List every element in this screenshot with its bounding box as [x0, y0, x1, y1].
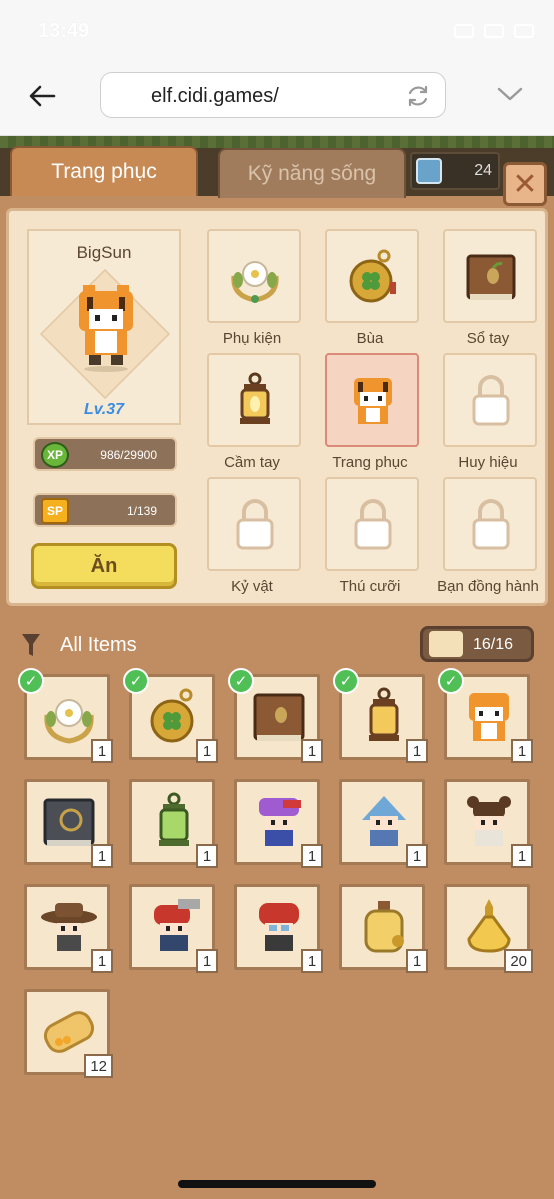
wreath-icon: [231, 261, 279, 303]
slot-trang-phuc[interactable]: [325, 353, 419, 447]
status-time: 13:49: [38, 20, 90, 42]
equipped-check-icon: ✓: [228, 668, 254, 694]
sp-value: 1/139: [126, 504, 157, 518]
resource-value: 24: [474, 162, 492, 179]
inventory-item[interactable]: 1: [339, 884, 428, 973]
equipped-check-icon: ✓: [18, 668, 44, 694]
slot-label: Cầm tay: [224, 454, 280, 471]
slot-label: Huy hiệu: [458, 454, 518, 471]
inventory-item[interactable]: 1: [339, 779, 428, 868]
slot-cam-tay[interactable]: [207, 353, 301, 447]
slot-ky-vat[interactable]: [207, 477, 301, 571]
character-avatar: [79, 285, 133, 372]
eat-button[interactable]: Ăn: [31, 543, 177, 589]
equipped-check-icon: ✓: [438, 668, 464, 694]
equipped-check-icon: ✓: [333, 668, 359, 694]
item-quantity: 1: [406, 949, 428, 973]
close-icon: ✕: [512, 167, 538, 201]
resource-counter: 24: [410, 152, 500, 190]
slot-label: Bạn đồng hành: [437, 578, 539, 595]
inventory-item[interactable]: 1: [129, 779, 218, 868]
back-arrow-icon[interactable]: [26, 80, 58, 112]
item-quantity: 1: [406, 844, 428, 868]
item-quantity: 20: [504, 949, 533, 973]
item-quantity: 1: [511, 739, 533, 763]
slot-label: Kỷ vật: [231, 578, 273, 595]
inventory-item[interactable]: 20: [444, 884, 533, 973]
storage-box-icon: [429, 631, 463, 657]
inventory-count: 16/16: [473, 636, 514, 653]
lock-icon: [354, 499, 392, 550]
item-quantity: 1: [91, 844, 113, 868]
inventory-item[interactable]: 1: [444, 779, 533, 868]
inventory-item[interactable]: 1: [24, 884, 113, 973]
reload-icon[interactable]: [405, 83, 431, 109]
wifi-icon: [484, 24, 504, 38]
character-level: Lv.37: [83, 401, 125, 418]
character-card: BigSun Lv.37: [27, 229, 181, 425]
item-quantity: 1: [301, 949, 323, 973]
signal-icon: [454, 24, 474, 38]
inventory-item[interactable]: 1: [129, 884, 218, 973]
slot-phu-kien[interactable]: [207, 229, 301, 323]
status-icons: [454, 24, 534, 38]
address-bar[interactable]: elf.cidi.games/: [100, 72, 446, 118]
lock-icon: [472, 499, 510, 550]
slot-label: Trang phục: [332, 454, 408, 471]
item-quantity: 1: [196, 739, 218, 763]
item-quantity: 1: [406, 739, 428, 763]
item-quantity: 1: [196, 844, 218, 868]
slot-label: Phụ kiện: [222, 330, 282, 347]
lock-icon: [236, 499, 274, 550]
slot-huy-hieu[interactable]: [443, 353, 537, 447]
item-quantity: 1: [91, 949, 113, 973]
item-quantity: 1: [196, 949, 218, 973]
xp-bar: XP 986/29900: [33, 437, 177, 471]
inventory-title: All Items: [60, 634, 137, 656]
item-quantity: 1: [511, 844, 533, 868]
home-indicator: [178, 1180, 376, 1188]
tab-ky-nang-song[interactable]: Kỹ năng sống: [218, 148, 406, 198]
slot-bua[interactable]: [325, 229, 419, 323]
inventory-item[interactable]: 12: [24, 989, 113, 1078]
leaf-icon: [416, 158, 442, 184]
close-button[interactable]: ✕: [503, 162, 547, 206]
chevron-down-icon[interactable]: [496, 84, 524, 104]
item-quantity: 1: [91, 739, 113, 763]
slot-so-tay[interactable]: [443, 229, 537, 323]
slot-label: Thú cưỡi: [339, 578, 401, 595]
item-quantity: 12: [84, 1054, 113, 1078]
equipment-panel: BigSun Lv.37 XP 986/29900 SP 1/139 Ăn Ph…: [6, 208, 548, 606]
character-name: BigSun: [76, 243, 132, 262]
url-text: elf.cidi.games/: [151, 85, 279, 107]
inventory-item[interactable]: 1: [234, 884, 323, 973]
book-icon: [466, 254, 516, 300]
inventory-item[interactable]: 1: [234, 779, 323, 868]
slot-thu-cuoi[interactable]: [325, 477, 419, 571]
lantern-icon: [240, 372, 270, 424]
item-quantity: 1: [301, 844, 323, 868]
equipped-check-icon: ✓: [123, 668, 149, 694]
inventory-item[interactable]: 1: [24, 779, 113, 868]
tab-trang-phuc[interactable]: Trang phục: [10, 146, 198, 196]
slot-ban-dong-hanh[interactable]: [443, 477, 537, 571]
xp-value: 986/29900: [100, 448, 157, 462]
item-quantity: 1: [301, 739, 323, 763]
xp-badge: XP: [41, 442, 69, 468]
clover-amulet-icon: [349, 249, 396, 303]
slot-label: Bùa: [356, 330, 384, 347]
slot-label: Sổ tay: [466, 330, 510, 347]
inventory-capacity[interactable]: 16/16: [420, 626, 534, 662]
sp-bar: SP 1/139: [33, 493, 177, 527]
filter-icon[interactable]: [20, 630, 42, 660]
sp-badge: SP: [41, 498, 69, 524]
status-bar: 13:49: [0, 0, 554, 62]
lock-icon: [472, 375, 510, 426]
tiger-costume-icon: [354, 378, 392, 424]
browser-toolbar: elf.cidi.games/: [0, 62, 554, 136]
battery-icon: [514, 24, 534, 38]
game-view: Trang phục Kỹ năng sống 24 ✕ BigSun Lv.3…: [0, 136, 554, 1199]
